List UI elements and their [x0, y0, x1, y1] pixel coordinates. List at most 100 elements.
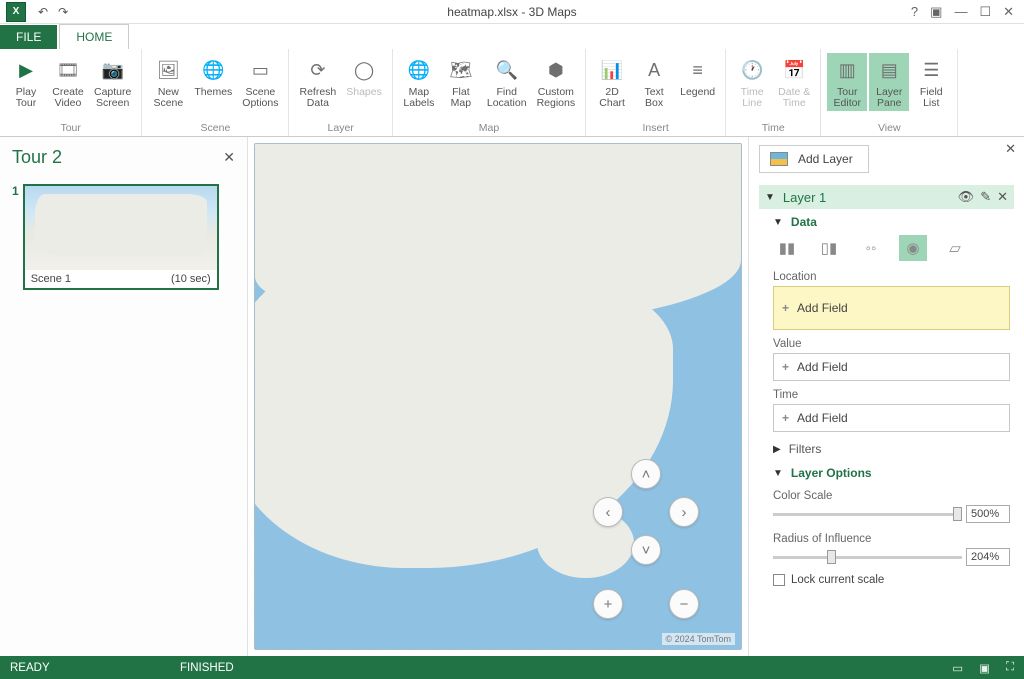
- legend-button[interactable]: ≡Legend: [676, 53, 719, 111]
- zoom-in-icon[interactable]: +: [593, 589, 623, 619]
- data-section-header[interactable]: ▼ Data: [773, 215, 1010, 229]
- add-field-label: Add Field: [797, 301, 848, 315]
- group-label-view: View: [878, 122, 901, 136]
- status-icon-3[interactable]: ⛶: [1006, 661, 1014, 675]
- radius-label: Radius of Influence: [773, 533, 1010, 545]
- close-icon[interactable]: ✕: [1003, 4, 1014, 20]
- status-icon-2[interactable]: ▣: [979, 661, 990, 675]
- plus-icon: +: [782, 411, 789, 425]
- viz-stacked-column-icon[interactable]: ▮▮: [773, 235, 801, 261]
- help-icon[interactable]: ?: [911, 4, 918, 20]
- add-layer-label: Add Layer: [798, 152, 853, 166]
- layer-pane-close-icon[interactable]: ✕: [1005, 141, 1016, 157]
- date-time-button: 📅Date & Time: [774, 53, 814, 111]
- time-label: Time: [773, 389, 1010, 401]
- chevron-down-icon: ▼: [773, 217, 783, 228]
- filters-section-title: Filters: [789, 442, 822, 456]
- viz-clustered-column-icon[interactable]: ▯▮: [815, 235, 843, 261]
- layer-pane-button[interactable]: ▤Layer Pane: [869, 53, 909, 111]
- collapse-icon: ▼: [765, 192, 775, 203]
- capture-screen-button[interactable]: 📷Capture Screen: [90, 53, 135, 111]
- tour-title: Tour 2: [12, 147, 62, 168]
- group-label-layer: Layer: [328, 122, 354, 136]
- tour-panel-close-icon[interactable]: ✕: [223, 149, 235, 166]
- custom-regions-button[interactable]: ⬢Custom Regions: [533, 53, 580, 111]
- plus-icon: +: [782, 360, 789, 374]
- edit-icon[interactable]: ✎: [980, 189, 991, 205]
- status-finished: FINISHED: [180, 662, 234, 674]
- undo-icon[interactable]: ↶: [38, 5, 48, 19]
- scene-number: 1: [12, 184, 19, 290]
- field-list-button[interactable]: ☰Field List: [911, 53, 951, 111]
- status-icon-1[interactable]: ▭: [952, 661, 963, 675]
- 2d-chart-button[interactable]: 📊2D Chart: [592, 53, 632, 111]
- viz-bubble-icon[interactable]: ◦◦: [857, 235, 885, 261]
- viz-heatmap-icon[interactable]: ◉: [899, 235, 927, 261]
- data-section-title: Data: [791, 215, 817, 229]
- rotate-left-icon[interactable]: ‹: [593, 497, 623, 527]
- refresh-data-button[interactable]: ⟳Refresh Data: [295, 53, 340, 111]
- scene-options-button[interactable]: ▭Scene Options: [238, 53, 282, 111]
- ribbon: ▶Play Tour 🎞Create Video 📷Capture Screen…: [0, 49, 1024, 137]
- scene-duration: (10 sec): [171, 273, 211, 285]
- redo-icon[interactable]: ↷: [58, 5, 68, 19]
- value-add-field[interactable]: + Add Field: [773, 353, 1010, 381]
- color-scale-value[interactable]: 500%: [966, 505, 1010, 523]
- tilt-up-icon[interactable]: ˄: [631, 459, 661, 489]
- window-title: heatmap.xlsx - 3D Maps: [447, 5, 576, 19]
- time-add-field[interactable]: + Add Field: [773, 404, 1010, 432]
- layer-options-header[interactable]: ▼ Layer Options: [773, 466, 1010, 480]
- eye-icon[interactable]: 👁: [958, 189, 975, 205]
- chevron-right-icon: ▶: [773, 444, 781, 455]
- delete-icon[interactable]: ✕: [997, 189, 1008, 205]
- tour-editor-button[interactable]: ▥Tour Editor: [827, 53, 867, 111]
- maximize-icon[interactable]: ☐: [979, 4, 991, 20]
- play-tour-button[interactable]: ▶Play Tour: [6, 53, 46, 111]
- plus-icon: +: [782, 301, 789, 315]
- chevron-down-icon: ▼: [773, 468, 783, 479]
- minimize-icon[interactable]: —: [954, 4, 967, 20]
- create-video-button[interactable]: 🎞Create Video: [48, 53, 88, 111]
- restore-icon[interactable]: ▣: [930, 4, 942, 20]
- scene-thumbnail: [25, 186, 217, 270]
- lock-scale-label: Lock current scale: [791, 574, 884, 586]
- status-ready: READY: [10, 662, 180, 674]
- map-credit: © 2024 TomTom: [662, 633, 736, 645]
- scene-card[interactable]: Scene 1 (10 sec): [23, 184, 219, 290]
- zoom-out-icon[interactable]: −: [669, 589, 699, 619]
- themes-button[interactable]: 🌐Themes: [190, 53, 236, 111]
- map-labels-button[interactable]: 🌐Map Labels: [399, 53, 439, 111]
- layer-options-title: Layer Options: [791, 466, 872, 480]
- layer-name: Layer 1: [783, 190, 952, 205]
- layer-pane: ✕ Add Layer ▼ Layer 1 👁 ✎ ✕ ▼ Data ▮▮ ▯▮…: [748, 137, 1024, 656]
- tab-file[interactable]: FILE: [0, 25, 57, 49]
- group-label-insert: Insert: [643, 122, 669, 136]
- filters-section-header[interactable]: ▶ Filters: [773, 442, 1010, 456]
- rotate-right-icon[interactable]: ›: [669, 497, 699, 527]
- lock-scale-checkbox[interactable]: Lock current scale: [773, 574, 1010, 586]
- tab-home[interactable]: HOME: [59, 24, 129, 49]
- location-add-field[interactable]: + Add Field: [773, 286, 1010, 330]
- new-scene-button[interactable]: 🖼New Scene: [148, 53, 188, 111]
- location-label: Location: [773, 271, 1010, 283]
- viz-region-icon[interactable]: ▱: [941, 235, 969, 261]
- add-field-label: Add Field: [797, 411, 848, 425]
- tilt-down-icon[interactable]: ˅: [631, 535, 661, 565]
- flat-map-button[interactable]: 🗺Flat Map: [441, 53, 481, 111]
- color-scale-slider[interactable]: [773, 513, 962, 516]
- radius-value[interactable]: 204%: [966, 548, 1010, 566]
- ribbon-tabs: FILE HOME: [0, 24, 1024, 49]
- timeline-button: 🕐Time Line: [732, 53, 772, 111]
- shapes-button: ◯Shapes: [342, 53, 386, 111]
- excel-icon: X: [6, 2, 26, 22]
- radius-slider[interactable]: [773, 556, 962, 559]
- tour-editor-panel: Tour 2 ✕ 1 Scene 1 (10 sec): [0, 137, 248, 656]
- map-canvas[interactable]: © 2024 TomTom ˄ ‹ › ˅ + −: [254, 143, 742, 650]
- add-field-label: Add Field: [797, 360, 848, 374]
- find-location-button[interactable]: 🔍Find Location: [483, 53, 531, 111]
- layers-icon: [770, 152, 788, 166]
- layer-header[interactable]: ▼ Layer 1 👁 ✎ ✕: [759, 185, 1014, 209]
- text-box-button[interactable]: AText Box: [634, 53, 674, 111]
- checkbox-icon: [773, 574, 785, 586]
- add-layer-button[interactable]: Add Layer: [759, 145, 869, 173]
